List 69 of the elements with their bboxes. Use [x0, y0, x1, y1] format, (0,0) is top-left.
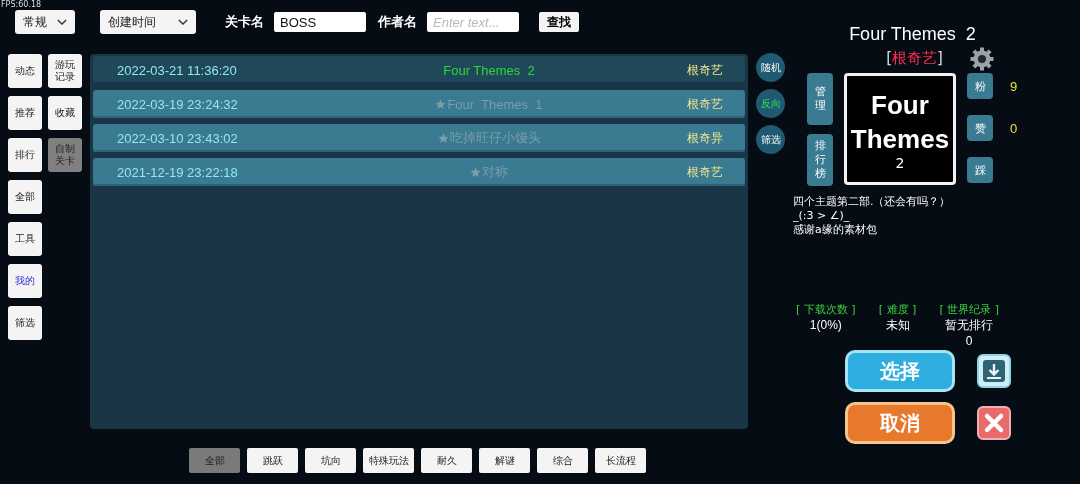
stat-label: [ 难度 ] [878, 302, 917, 317]
nav-button[interactable]: 我的 [8, 264, 42, 298]
level-name-field[interactable]: BOSS [274, 12, 366, 32]
stat-value: 1(0%) [809, 317, 842, 333]
author-name-field[interactable]: Enter text... [427, 12, 519, 32]
nav-button[interactable]: 工具 [8, 222, 42, 256]
stat-value: 0 [965, 333, 973, 349]
level-title: Four Themes 1 [447, 96, 543, 112]
settings-icon [970, 47, 994, 71]
level-author: 根奇艺 [686, 61, 724, 79]
field-label: 作者名 [378, 13, 417, 31]
action-button[interactable]: 管理 [807, 73, 833, 125]
rating-count: 0 [1010, 120, 1018, 136]
round-button[interactable]: 随机 [756, 53, 785, 82]
stat-value: 未知 [885, 317, 910, 333]
level-row[interactable]: 2021-12-19 23:22:18 对称 根奇艺 [93, 158, 745, 186]
level-row[interactable]: 2022-03-10 23:43:02 吃掉旺仔小馒头 根奇异 [93, 124, 745, 152]
stat-value: 暂无排行 [945, 317, 994, 333]
stat-label: [ 下载次数 ] [796, 302, 856, 317]
nav-button[interactable]: 自制关卡 [48, 138, 82, 172]
thumbnail-subtitle: 2 [895, 156, 905, 170]
category-tab[interactable]: 坑向 [305, 448, 356, 473]
category-tab[interactable]: 综合 [537, 448, 588, 473]
chevron-down-icon [57, 19, 67, 25]
search-button[interactable]: 查找 [539, 12, 579, 32]
nav-button[interactable]: 动态 [8, 54, 42, 88]
level-date: 2022-03-19 23:24:32 [116, 96, 239, 112]
level-row[interactable]: 2022-03-21 11:36:20 Four Themes 2 根奇艺 [93, 56, 745, 84]
level-date: 2022-03-10 23:43:02 [116, 130, 239, 146]
chevron-down-icon [178, 19, 188, 25]
close-icon[interactable] [977, 406, 1011, 440]
level-title: 对称 [482, 163, 508, 181]
category-tab[interactable]: 耐久 [421, 448, 472, 473]
nav-button[interactable]: 筛选 [8, 306, 42, 340]
nav-button[interactable]: 收藏 [48, 96, 82, 130]
field-label: 关卡名 [225, 13, 264, 31]
dropdown[interactable]: 创建时间 [100, 10, 196, 34]
download-icon[interactable] [977, 354, 1011, 388]
category-tab[interactable]: 全部 [189, 448, 240, 473]
nav-button[interactable]: 全部 [8, 180, 42, 214]
category-tab[interactable]: 特殊玩法 [363, 448, 414, 473]
author-name: [根奇艺] [886, 48, 943, 68]
category-tab[interactable]: 长流程 [595, 448, 646, 473]
category-tab[interactable]: 跳跃 [247, 448, 298, 473]
category-tab[interactable]: 解谜 [479, 448, 530, 473]
rating-button[interactable]: 粉 [967, 73, 993, 99]
level-description: 四个主题第二部.（还会有吗？） _(:3 > ∠)_ 感谢a缘的素材包 [793, 195, 952, 237]
rating-button[interactable]: 赞 [967, 115, 993, 141]
level-row[interactable]: 2022-03-19 23:24:32 Four Themes 1 根奇艺 [93, 90, 745, 118]
dropdown[interactable]: 常规 [15, 10, 75, 34]
round-button[interactable]: 筛选 [756, 125, 785, 154]
nav-button[interactable]: 推荐 [8, 96, 42, 130]
action-button[interactable]: 排行榜 [807, 134, 833, 186]
nav-button[interactable]: 排行 [8, 138, 42, 172]
level-date: 2022-03-21 11:36:20 [116, 62, 238, 78]
round-button[interactable]: 反向 [756, 89, 785, 118]
level-title: 吃掉旺仔小馒头 [449, 129, 541, 147]
thumbnail-title: Four Themes [849, 89, 951, 156]
level-date: 2021-12-19 23:22:18 [116, 164, 239, 180]
rating-count: 9 [1010, 78, 1018, 94]
rating-button[interactable]: 踩 [967, 157, 993, 183]
level-author: 根奇艺 [686, 163, 724, 181]
stat-label: [ 世界纪录 ] [939, 302, 999, 317]
nav-button[interactable]: 游玩记录 [48, 54, 82, 88]
level-title: Four Themes 2 [848, 24, 977, 45]
level-title: Four Themes 2 [443, 62, 535, 78]
level-author: 根奇艺 [686, 95, 724, 113]
fps-counter: FPS:60.18 [0, 0, 42, 10]
level-author: 根奇异 [686, 129, 724, 147]
